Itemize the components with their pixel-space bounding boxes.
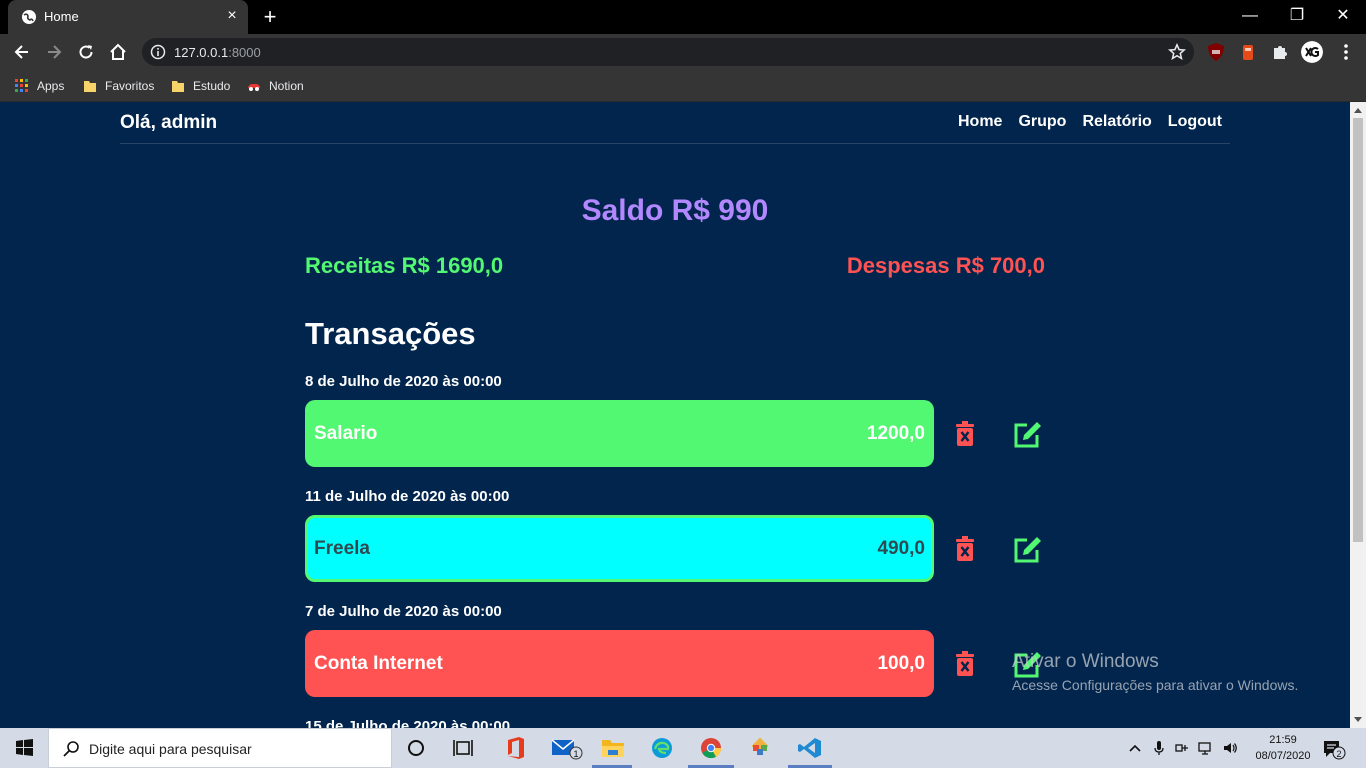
transaction-value: 490,0: [877, 538, 925, 559]
edge-icon[interactable]: [649, 736, 675, 760]
greeting-text: Olá, admin: [120, 112, 218, 133]
top-navbar: Olá, admin Home Grupo Relatório Logout: [120, 102, 1230, 144]
scroll-thumb[interactable]: [1353, 118, 1363, 542]
folder-icon: [84, 81, 96, 92]
address-bar[interactable]: 127.0.0.1:8000: [142, 38, 1194, 66]
transaction-name: Conta Internet: [314, 653, 443, 674]
extension-icon[interactable]: [1238, 42, 1258, 62]
network-cable-icon[interactable]: [1174, 740, 1190, 756]
microphone-icon[interactable]: [1151, 740, 1167, 756]
cortana-icon[interactable]: [403, 736, 429, 760]
search-icon: [63, 741, 79, 757]
notification-badge: 2: [1336, 749, 1341, 759]
profile-avatar[interactable]: [1301, 41, 1323, 63]
despesas-total: Despesas R$ 700,0: [846, 253, 1045, 278]
transaction-date: 7 de Julho de 2020 às 00:00: [305, 603, 502, 620]
windows-taskbar: Digite aqui para pesquisar 1 21:59 08/07…: [0, 728, 1366, 768]
minimize-button[interactable]: —: [1240, 6, 1260, 26]
taskbar-clock[interactable]: 21:59 08/07/2020: [1252, 732, 1314, 764]
saldo-balance: Saldo R$ 990: [581, 194, 769, 227]
tray-chevron-up-icon[interactable]: [1127, 740, 1143, 756]
task-view-icon[interactable]: [450, 736, 476, 760]
forward-arrow-icon[interactable]: [44, 42, 64, 62]
nav-grupo-link[interactable]: Grupo: [1018, 113, 1066, 131]
transaction-value: 100,0: [877, 653, 925, 674]
transaction-value: 1200,0: [866, 423, 925, 444]
nav-home-link[interactable]: Home: [958, 113, 1002, 131]
transaction-date: 8 de Julho de 2020 às 00:00: [305, 373, 502, 390]
tab-title: Home: [44, 9, 79, 24]
edit-pencil-icon[interactable]: [1013, 535, 1043, 563]
nav-relatorio-link[interactable]: Relatório: [1082, 113, 1151, 131]
network-monitor-icon[interactable]: [1198, 740, 1214, 756]
activate-windows-watermark: Ativar o Windows Acesse Configurações pa…: [1012, 651, 1299, 693]
transactions-heading: Transações: [305, 316, 476, 351]
chrome-icon[interactable]: [698, 736, 724, 760]
windows-start-icon[interactable]: [0, 728, 48, 768]
vscode-icon[interactable]: [797, 736, 823, 760]
taskbar-search-input[interactable]: Digite aqui para pesquisar: [48, 728, 392, 768]
more-menu-icon[interactable]: [1336, 42, 1356, 62]
maximize-button[interactable]: ❐: [1287, 6, 1307, 26]
home-icon[interactable]: [108, 42, 128, 62]
mail-icon[interactable]: 1: [551, 736, 585, 760]
close-window-button[interactable]: ✕: [1333, 6, 1353, 26]
transaction-date: 15 de Julho de 2020 às 00:00: [305, 718, 511, 728]
info-icon[interactable]: [150, 44, 166, 60]
delete-trash-icon[interactable]: [954, 536, 976, 562]
browser-tab-strip: Home × + — ❐ ✕: [0, 0, 1366, 34]
transaction-name: Salario: [314, 423, 378, 444]
transaction-card[interactable]: Freela 490,0: [305, 515, 934, 582]
tab-close-icon[interactable]: ×: [224, 8, 240, 24]
ublock-extension-icon[interactable]: [1206, 42, 1226, 62]
edit-pencil-icon[interactable]: [1013, 420, 1043, 448]
file-explorer-icon[interactable]: [600, 736, 626, 760]
bookmarks-bar: Apps Favoritos Estudo Notion: [0, 70, 1366, 102]
volume-icon[interactable]: [1222, 740, 1238, 756]
transaction-date: 11 de Julho de 2020 às 00:00: [305, 488, 510, 505]
notion-icon: [248, 84, 260, 91]
transaction-card[interactable]: Salario 1200,0: [305, 400, 934, 467]
mail-badge: 1: [573, 749, 578, 759]
nav-links: Home Grupo Relatório Logout: [958, 113, 1222, 131]
page-scrollbar[interactable]: [1350, 102, 1366, 728]
back-arrow-icon[interactable]: [12, 42, 32, 62]
folder-icon: [172, 81, 184, 92]
new-tab-button[interactable]: +: [260, 6, 280, 28]
transaction-card[interactable]: Conta Internet 100,0: [305, 630, 934, 697]
delete-trash-icon[interactable]: [954, 421, 976, 447]
nav-logout-link[interactable]: Logout: [1168, 113, 1222, 131]
globe-icon: [22, 10, 36, 24]
notification-center-icon[interactable]: 2: [1322, 738, 1346, 760]
url-text: 127.0.0.1:8000: [174, 45, 261, 60]
puzzle-extensions-icon[interactable]: [1270, 42, 1290, 62]
bookmark-star-icon[interactable]: [1168, 43, 1186, 61]
browser-tab-home[interactable]: Home ×: [8, 0, 248, 34]
page-viewport: Olá, admin Home Grupo Relatório Logout S…: [0, 102, 1350, 728]
receitas-total: Receitas R$ 1690,0: [305, 253, 504, 278]
transaction-name: Freela: [314, 538, 370, 559]
office-icon[interactable]: [502, 736, 528, 760]
apps-grid-icon: [15, 79, 28, 92]
scroll-up-arrow-icon[interactable]: [1354, 108, 1362, 113]
scroll-down-arrow-icon[interactable]: [1354, 717, 1362, 722]
app-diamond-icon[interactable]: [747, 736, 773, 760]
reload-icon[interactable]: [76, 42, 96, 62]
browser-toolbar: 127.0.0.1:8000: [0, 34, 1366, 70]
delete-trash-icon[interactable]: [954, 651, 976, 677]
